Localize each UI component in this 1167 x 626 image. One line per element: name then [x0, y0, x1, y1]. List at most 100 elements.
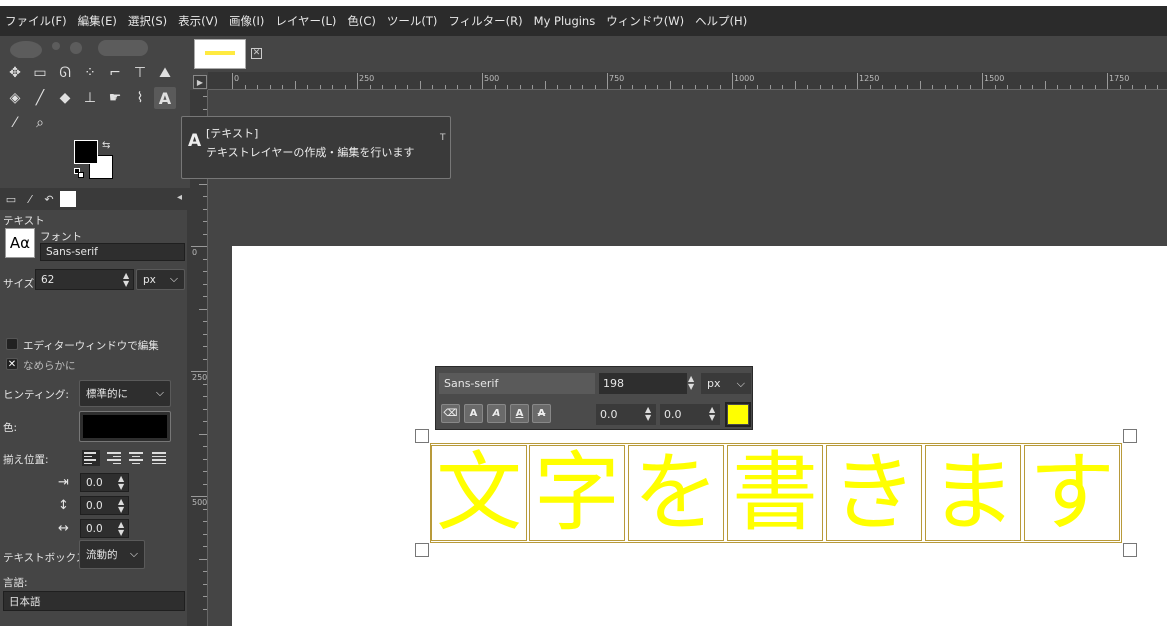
smudge-tool-icon[interactable]: ☛: [104, 87, 126, 109]
size-spin-icon[interactable]: ▲ ▼: [123, 272, 129, 288]
ruler-tick: [944, 85, 946, 89]
lasso-tool-icon[interactable]: ᘏ: [54, 62, 76, 84]
device-status-tab-icon[interactable]: ⁄: [22, 191, 38, 207]
bucket-fill-tool-icon[interactable]: ◈: [4, 87, 26, 109]
underline-icon[interactable]: A: [510, 404, 529, 423]
ruler-tick: [191, 371, 207, 372]
menu-help[interactable]: ヘルプ(H): [695, 13, 747, 29]
resize-handle-top-right[interactable]: [1123, 429, 1137, 443]
ruler-label: 250: [192, 373, 208, 382]
warp-tool-icon[interactable]: ⛰: [154, 62, 176, 84]
chevron-down-icon: ⌵: [130, 548, 138, 560]
swap-colors-icon[interactable]: ⇆: [102, 140, 110, 151]
osd-size-spin-icon[interactable]: ▲ ▼: [688, 375, 694, 391]
ruler-tick: [1019, 85, 1021, 89]
justify-right-icon[interactable]: [105, 450, 123, 466]
ruler-tick: [419, 81, 421, 89]
tooltip-shortcut: T: [440, 133, 446, 143]
image-tab-thumbnail[interactable]: [194, 39, 246, 69]
move-tool-icon[interactable]: ✥: [4, 62, 26, 84]
ruler-tick: [357, 73, 358, 89]
undo-history-tab-icon[interactable]: ↶: [41, 191, 57, 207]
tool-options-tab-icon[interactable]: ▭: [3, 191, 19, 207]
ruler-tick: [482, 73, 483, 89]
ruler-tick: [457, 85, 458, 89]
menu-windows[interactable]: ウィンドウ(W): [606, 13, 684, 29]
line-spacing-spin-icon[interactable]: ▲ ▼: [118, 498, 124, 514]
letter-spacing-icon: ↔: [58, 521, 69, 536]
hinting-select[interactable]: 標準的に ⌵: [79, 380, 171, 407]
ruler-label: 1000: [734, 74, 755, 83]
resize-handle-top-left[interactable]: [415, 429, 429, 443]
paintbrush-tool-icon[interactable]: ╱: [29, 87, 51, 109]
crop-tool-icon[interactable]: ⌐: [104, 62, 126, 84]
justify-left-icon[interactable]: [82, 450, 100, 466]
ruler-tick: [203, 521, 207, 522]
menu-layer[interactable]: レイヤー(L): [275, 13, 336, 29]
osd-unit-select[interactable]: px ⌵: [701, 373, 751, 394]
ruler-tick: [819, 85, 821, 89]
baseline-spin-icon[interactable]: ▲ ▼: [645, 406, 651, 422]
image-canvas[interactable]: [232, 246, 1167, 626]
strikethrough-icon[interactable]: A: [532, 404, 551, 423]
fuzzy-select-tool-icon[interactable]: ⁘: [79, 62, 101, 84]
textbox-select[interactable]: 流動的 ⌵: [79, 540, 145, 569]
text-color-button[interactable]: [79, 411, 171, 442]
reset-colors-icon[interactable]: [74, 168, 84, 178]
ruler-tick: [319, 85, 321, 89]
letter-spacing-spin-icon[interactable]: ▲ ▼: [118, 521, 124, 537]
tab-menu-icon[interactable]: ◂: [177, 192, 182, 203]
resize-handle-bottom-left[interactable]: [415, 543, 429, 557]
ruler-tick: [203, 446, 207, 447]
menu-select[interactable]: 選択(S): [128, 13, 167, 29]
clear-style-icon[interactable]: ⌫: [441, 404, 460, 423]
menu-filters[interactable]: フィルター(R): [448, 13, 522, 29]
ruler-label: 0: [234, 74, 240, 83]
images-tab-icon[interactable]: [60, 191, 76, 207]
foreground-color-swatch[interactable]: [74, 140, 98, 164]
tool-options-panel: テキスト フォント Aα Sans-serif サイズ: 62 ▲ ▼ px ⌵ …: [0, 210, 190, 626]
font-field[interactable]: Sans-serif: [40, 243, 185, 261]
font-preview-button[interactable]: Aα: [5, 228, 35, 258]
color-picker-tool-icon[interactable]: ⁄: [4, 112, 26, 134]
osd-text-color-button[interactable]: [725, 402, 751, 427]
italic-icon[interactable]: A: [487, 404, 506, 423]
language-input[interactable]: 日本語: [3, 591, 185, 611]
rect-select-tool-icon[interactable]: ▭: [29, 62, 51, 84]
menu-my-plugins[interactable]: My Plugins: [534, 14, 596, 28]
osd-font-input[interactable]: Sans-serif: [439, 373, 595, 394]
ruler-tick: [191, 246, 207, 247]
size-unit-select[interactable]: px ⌵: [136, 269, 185, 290]
close-image-icon[interactable]: ✕: [251, 48, 262, 59]
justify-fill-icon[interactable]: [150, 450, 168, 466]
text-layer-box[interactable]: 文 字 を 書 き ま す: [430, 443, 1122, 543]
ruler-tick: [969, 85, 971, 89]
editor-checkbox[interactable]: [6, 338, 18, 350]
quick-mask-menu-icon[interactable]: ▶: [193, 75, 207, 89]
ruler-tick: [1107, 73, 1108, 89]
size-input[interactable]: 62: [35, 269, 134, 290]
bold-icon[interactable]: A: [464, 404, 483, 423]
menu-bar: ファイル(F) 編集(E) 選択(S) 表示(V) 画像(I) レイヤー(L) …: [0, 6, 1167, 36]
menu-image[interactable]: 画像(I): [229, 13, 264, 29]
indent-spin-icon[interactable]: ▲ ▼: [118, 475, 124, 491]
eraser-tool-icon[interactable]: ◆: [54, 87, 76, 109]
justify-center-icon[interactable]: [127, 450, 145, 466]
menu-tools[interactable]: ツール(T): [387, 13, 438, 29]
resize-handle-bottom-right[interactable]: [1123, 543, 1137, 557]
menu-colors[interactable]: 色(C): [347, 13, 376, 29]
antialias-checkbox[interactable]: ✕: [6, 358, 18, 370]
text-style-editor: Sans-serif 198 ▲ ▼ px ⌵ ⌫ A A A A 0.0 ▲ ▼ …: [435, 366, 753, 430]
menu-edit[interactable]: 編集(E): [78, 13, 117, 29]
kerning-spin-icon[interactable]: ▲ ▼: [709, 406, 715, 422]
text-tool-icon[interactable]: A: [154, 87, 176, 109]
ruler-tick: [1069, 85, 1071, 89]
menu-file[interactable]: ファイル(F): [5, 13, 67, 29]
zoom-tool-icon[interactable]: ⌕: [29, 112, 51, 134]
menu-view[interactable]: 表示(V): [178, 13, 218, 29]
clone-tool-icon[interactable]: ⊥: [79, 87, 101, 109]
paths-tool-icon[interactable]: ⌇: [129, 87, 151, 109]
ruler-tick: [191, 496, 207, 497]
transform-tool-icon[interactable]: ⊤: [129, 62, 151, 84]
osd-size-input[interactable]: 198: [599, 373, 687, 394]
